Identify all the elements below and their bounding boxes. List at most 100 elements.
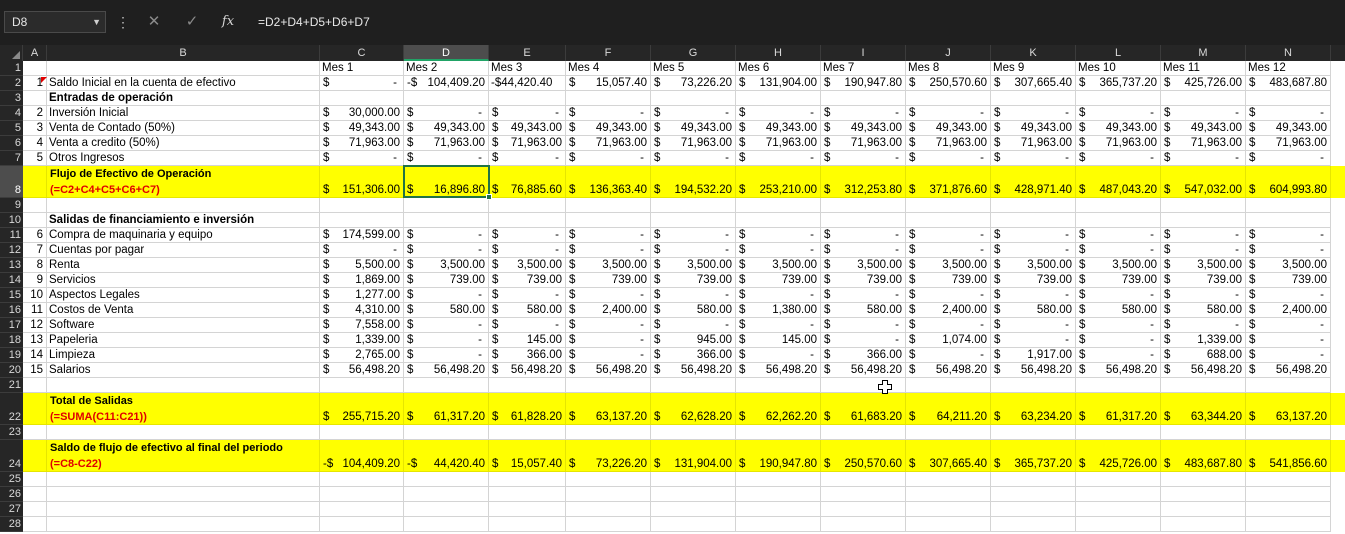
- cell-k19[interactable]: $1,917.00: [991, 348, 1076, 363]
- cell-a21[interactable]: [23, 378, 47, 393]
- cell-n21[interactable]: [1246, 378, 1331, 393]
- row-header-21[interactable]: 21: [0, 378, 23, 393]
- row-header-27[interactable]: 27: [0, 502, 23, 517]
- cell-h4[interactable]: $ -: [736, 106, 821, 121]
- cell-h3[interactable]: [736, 91, 821, 106]
- cell-i1[interactable]: Mes 7: [821, 61, 906, 76]
- column-header-d[interactable]: D: [404, 45, 489, 61]
- cell-b7[interactable]: Otros Ingresos: [47, 151, 320, 166]
- cell-n13[interactable]: $3,500.00: [1246, 258, 1331, 273]
- cell-j18[interactable]: $1,074.00: [906, 333, 991, 348]
- cell-f16[interactable]: $2,400.00: [566, 303, 651, 318]
- cell-i17[interactable]: $ -: [821, 318, 906, 333]
- cell-f21[interactable]: [566, 378, 651, 393]
- cell-b11[interactable]: Compra de maquinaria y equipo: [47, 228, 320, 243]
- cell-l8[interactable]: $487,043.20: [1076, 166, 1161, 198]
- cell-h7[interactable]: $ -: [736, 151, 821, 166]
- cell-e4[interactable]: $ -: [489, 106, 566, 121]
- cell-l17[interactable]: $ -: [1076, 318, 1161, 333]
- cell-j28[interactable]: [906, 517, 991, 532]
- cell-n18[interactable]: $ -: [1246, 333, 1331, 348]
- cell-i28[interactable]: [821, 517, 906, 532]
- cell-e20[interactable]: $56,498.20: [489, 363, 566, 378]
- cell-d22[interactable]: $61,317.20: [404, 393, 489, 425]
- cell-b4[interactable]: Inversión Inicial: [47, 106, 320, 121]
- cell-m12[interactable]: $ -: [1161, 243, 1246, 258]
- name-box[interactable]: D8 ▼: [4, 11, 106, 33]
- cell-i18[interactable]: $ -: [821, 333, 906, 348]
- cell-c3[interactable]: [320, 91, 404, 106]
- cell-k25[interactable]: [991, 472, 1076, 487]
- cell-m17[interactable]: $ -: [1161, 318, 1246, 333]
- cell-d24[interactable]: -$ 44,420.40: [404, 440, 489, 472]
- cell-d18[interactable]: $ -: [404, 333, 489, 348]
- cell-e21[interactable]: [489, 378, 566, 393]
- cell-d6[interactable]: $71,963.00: [404, 136, 489, 151]
- row-header-2[interactable]: 2: [0, 76, 23, 91]
- cell-j2[interactable]: $250,570.60: [906, 76, 991, 91]
- cell-l4[interactable]: $ -: [1076, 106, 1161, 121]
- cell-i25[interactable]: [821, 472, 906, 487]
- cell-b26[interactable]: [47, 487, 320, 502]
- cell-g10[interactable]: [651, 213, 736, 228]
- row-header-18[interactable]: 18: [0, 333, 23, 348]
- cell-h27[interactable]: [736, 502, 821, 517]
- cell-i13[interactable]: $3,500.00: [821, 258, 906, 273]
- cell-k10[interactable]: [991, 213, 1076, 228]
- cell-j27[interactable]: [906, 502, 991, 517]
- cell-d14[interactable]: $739.00: [404, 273, 489, 288]
- cell-n2[interactable]: $483,687.80: [1246, 76, 1331, 91]
- cell-i20[interactable]: $56,498.20: [821, 363, 906, 378]
- cell-m24[interactable]: $483,687.80: [1161, 440, 1246, 472]
- cell-g1[interactable]: Mes 5: [651, 61, 736, 76]
- cell-j25[interactable]: [906, 472, 991, 487]
- cell-b24[interactable]: Saldo de flujo de efectivo al final del …: [47, 440, 320, 472]
- cell-h12[interactable]: $ -: [736, 243, 821, 258]
- cell-a27[interactable]: [23, 502, 47, 517]
- cell-b13[interactable]: Renta: [47, 258, 320, 273]
- cell-i21[interactable]: [821, 378, 906, 393]
- row-header-10[interactable]: 10: [0, 213, 23, 228]
- cell-j19[interactable]: $ -: [906, 348, 991, 363]
- row-header-19[interactable]: 19: [0, 348, 23, 363]
- cell-e18[interactable]: $145.00: [489, 333, 566, 348]
- cell-g4[interactable]: $ -: [651, 106, 736, 121]
- cell-f17[interactable]: $ -: [566, 318, 651, 333]
- cell-b1[interactable]: [47, 61, 320, 76]
- cell-n26[interactable]: [1246, 487, 1331, 502]
- cell-b28[interactable]: [47, 517, 320, 532]
- cell-i23[interactable]: [821, 425, 906, 440]
- cell-i5[interactable]: $49,343.00: [821, 121, 906, 136]
- cell-k4[interactable]: $ -: [991, 106, 1076, 121]
- cell-f27[interactable]: [566, 502, 651, 517]
- cell-b10[interactable]: Salidas de financiamiento e inversión: [47, 213, 320, 228]
- row-header-7[interactable]: 7: [0, 151, 23, 166]
- cell-i19[interactable]: $366.00: [821, 348, 906, 363]
- cell-k3[interactable]: [991, 91, 1076, 106]
- column-header-k[interactable]: K: [991, 45, 1076, 61]
- cell-m14[interactable]: $739.00: [1161, 273, 1246, 288]
- cell-f3[interactable]: [566, 91, 651, 106]
- cell-n5[interactable]: $49,343.00: [1246, 121, 1331, 136]
- cell-b19[interactable]: Limpieza: [47, 348, 320, 363]
- cell-k15[interactable]: $ -: [991, 288, 1076, 303]
- cell-i24[interactable]: $250,570.60: [821, 440, 906, 472]
- cell-f1[interactable]: Mes 4: [566, 61, 651, 76]
- cell-l15[interactable]: $ -: [1076, 288, 1161, 303]
- cell-d20[interactable]: $56,498.20: [404, 363, 489, 378]
- cell-h11[interactable]: $ -: [736, 228, 821, 243]
- cell-g15[interactable]: $ -: [651, 288, 736, 303]
- column-header-f[interactable]: F: [566, 45, 651, 61]
- cell-g14[interactable]: $739.00: [651, 273, 736, 288]
- cell-e11[interactable]: $ -: [489, 228, 566, 243]
- cell-c7[interactable]: $ -: [320, 151, 404, 166]
- cell-n6[interactable]: $71,963.00: [1246, 136, 1331, 151]
- chevron-down-icon[interactable]: ▼: [92, 12, 101, 32]
- cell-m21[interactable]: [1161, 378, 1246, 393]
- cell-a18[interactable]: 13: [23, 333, 47, 348]
- cell-f22[interactable]: $63,137.20: [566, 393, 651, 425]
- cell-g26[interactable]: [651, 487, 736, 502]
- cell-e28[interactable]: [489, 517, 566, 532]
- cell-n16[interactable]: $2,400.00: [1246, 303, 1331, 318]
- cell-f8[interactable]: $136,363.40: [566, 166, 651, 198]
